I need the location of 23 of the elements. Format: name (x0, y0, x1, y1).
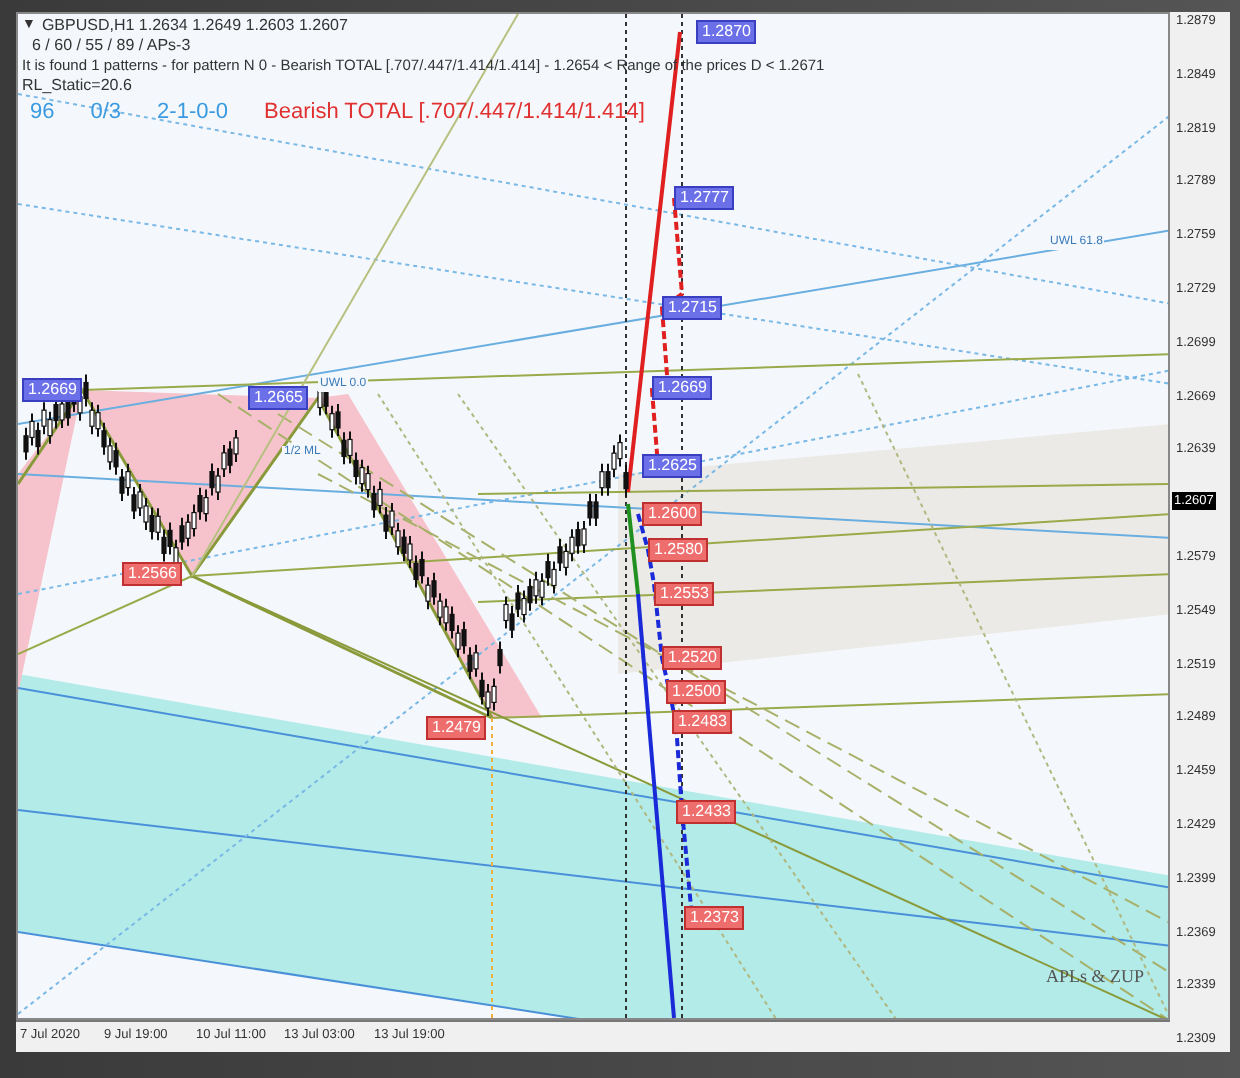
price-label: 1.2669 (22, 378, 83, 402)
price-label: 1.2600 (642, 502, 703, 526)
price-label: 1.2625 (642, 454, 703, 478)
price-label: 1.2870 (696, 20, 757, 44)
price-label: 1.2500 (666, 680, 727, 704)
status-value: 0/3 (90, 98, 122, 126)
price-label: 1.2665 (248, 386, 309, 410)
price-label: 1.2483 (672, 710, 733, 734)
price-label: 1.2373 (684, 906, 745, 930)
price-label: 1.2580 (648, 538, 709, 562)
symbol-quote: GBPUSD,H1 1.2634 1.2649 1.2603 1.2607 (41, 16, 348, 36)
status-value: 2-1-0-0 (157, 98, 229, 126)
settings-text: 6 / 60 / 55 / 89 / APs-3 (30, 36, 193, 56)
price-label: 1.2553 (654, 582, 715, 606)
price-label: 1.2566 (122, 562, 183, 586)
static-text: RL_Static=20.6 (22, 76, 134, 96)
price-label: 1.2715 (662, 296, 723, 320)
status-value: 96 (30, 98, 55, 126)
price-label: 1.2520 (662, 646, 723, 670)
price-label: 1.2479 (426, 716, 487, 740)
price-label: 1.2669 (652, 376, 713, 400)
price-label: 1.2777 (674, 186, 735, 210)
price-label: 1.2433 (676, 800, 737, 824)
